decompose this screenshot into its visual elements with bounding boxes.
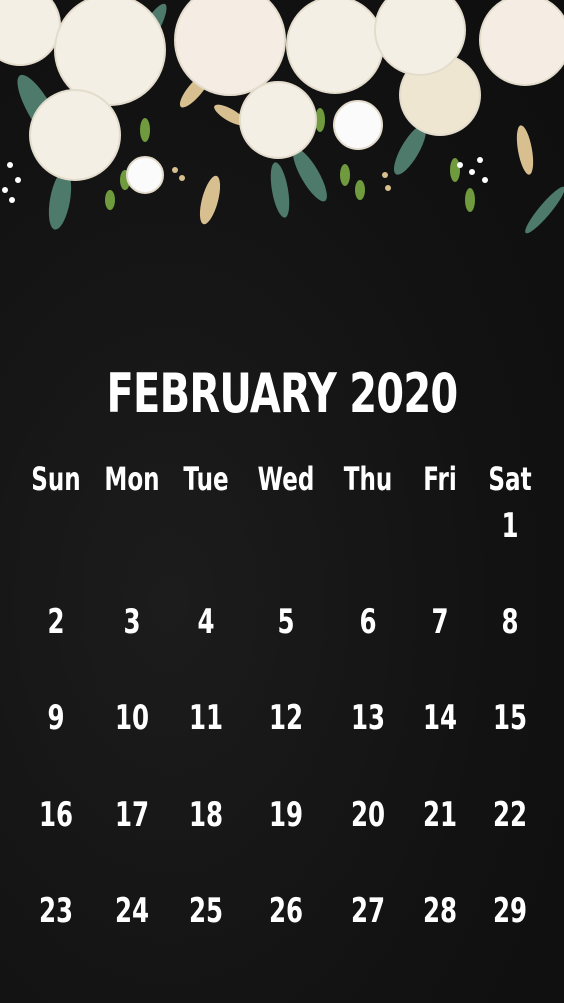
weekday-header-sat: Sat [488, 460, 532, 498]
weekday-header-mon: Mon [104, 460, 160, 498]
day-cell: 20 [350, 795, 386, 835]
day-cell: 11 [188, 698, 224, 738]
roses [0, 0, 564, 194]
day-cell: 16 [38, 795, 74, 835]
day-cell: 19 [268, 795, 304, 835]
day-cell: 7 [431, 602, 449, 642]
weekday-header-fri: Fri [423, 460, 457, 498]
weekday-header-wed: Wed [257, 460, 315, 498]
day-cell: 22 [492, 795, 528, 835]
day-cell: 1 [501, 506, 519, 546]
day-cell: 10 [114, 698, 150, 738]
day-cell: 23 [38, 891, 74, 931]
weekday-header-tue: Tue [183, 460, 229, 498]
day-cell: 5 [277, 602, 295, 642]
day-cell: 24 [114, 891, 150, 931]
day-cell: 14 [422, 698, 458, 738]
day-cell: 28 [422, 891, 458, 931]
day-cell: 18 [188, 795, 224, 835]
day-cell: 13 [350, 698, 386, 738]
day-cell: 21 [422, 795, 458, 835]
day-cell: 26 [268, 891, 304, 931]
day-cell: 12 [268, 698, 304, 738]
day-cell: 2 [47, 602, 65, 642]
day-cell: 17 [114, 795, 150, 835]
day-cell: 9 [47, 698, 65, 738]
day-cell: 6 [359, 602, 377, 642]
day-cell: 15 [492, 698, 528, 738]
day-cell: 3 [123, 602, 141, 642]
day-cell: 4 [197, 602, 215, 642]
day-cell: 29 [492, 891, 528, 931]
weekday-header-sun: Sun [31, 460, 81, 498]
day-cell: 25 [188, 891, 224, 931]
floral-border-decoration [0, 0, 564, 234]
day-cell: 8 [501, 602, 519, 642]
month-year-title: FEBRUARY 2020 [106, 362, 458, 425]
day-cell: 27 [350, 891, 386, 931]
weekday-header-thu: Thu [343, 460, 393, 498]
